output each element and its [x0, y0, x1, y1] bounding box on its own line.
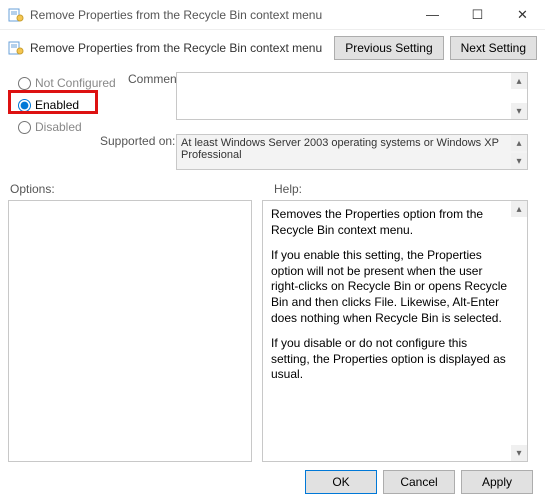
supported-on-value: At least Windows Server 2003 operating s… [181, 137, 499, 161]
radio-disabled-label: Disabled [35, 120, 82, 134]
next-setting-button[interactable]: Next Setting [450, 36, 537, 60]
state-radio-group: Not Configured Enabled Disabled [18, 72, 118, 138]
minimize-button[interactable]: — [410, 0, 455, 30]
options-label: Options: [8, 182, 268, 196]
maximize-button[interactable]: ☐ [455, 0, 500, 30]
help-pane: Removes the Properties option from the R… [262, 200, 528, 462]
dialog-button-row: OK Cancel Apply [305, 470, 533, 494]
window-title: Remove Properties from the Recycle Bin c… [30, 8, 410, 22]
help-label: Help: [268, 182, 302, 196]
radio-enabled-label: Enabled [35, 98, 79, 112]
close-button[interactable]: ✕ [500, 0, 545, 30]
apply-button[interactable]: Apply [461, 470, 533, 494]
supported-on-label: Supported on: [100, 134, 175, 148]
help-paragraph: Removes the Properties option from the R… [271, 207, 509, 238]
scroll-down-icon[interactable]: ▾ [511, 153, 527, 169]
previous-setting-button[interactable]: Previous Setting [334, 36, 443, 60]
radio-enabled-input[interactable] [18, 99, 31, 112]
radio-not-configured[interactable]: Not Configured [18, 72, 118, 94]
cancel-button[interactable]: Cancel [383, 470, 455, 494]
ok-button[interactable]: OK [305, 470, 377, 494]
radio-enabled[interactable]: Enabled [18, 94, 118, 116]
scroll-down-icon[interactable]: ▾ [511, 103, 527, 119]
radio-not-configured-label: Not Configured [35, 76, 116, 90]
titlebar: Remove Properties from the Recycle Bin c… [0, 0, 545, 30]
help-paragraph: If you enable this setting, the Properti… [271, 248, 509, 326]
options-pane [8, 200, 252, 462]
supported-on-field: At least Windows Server 2003 operating s… [176, 134, 528, 170]
policy-title: Remove Properties from the Recycle Bin c… [30, 41, 334, 55]
radio-not-configured-input[interactable] [18, 77, 31, 90]
policy-icon [8, 40, 24, 56]
app-icon [8, 7, 24, 23]
help-paragraph: If you disable or do not configure this … [271, 336, 509, 383]
comment-field[interactable]: ▴ ▾ [176, 72, 528, 120]
scroll-down-icon[interactable]: ▾ [511, 445, 527, 461]
scroll-up-icon[interactable]: ▴ [511, 73, 527, 89]
radio-disabled-input[interactable] [18, 121, 31, 134]
scroll-up-icon[interactable]: ▴ [511, 135, 527, 151]
scroll-up-icon[interactable]: ▴ [511, 201, 527, 217]
